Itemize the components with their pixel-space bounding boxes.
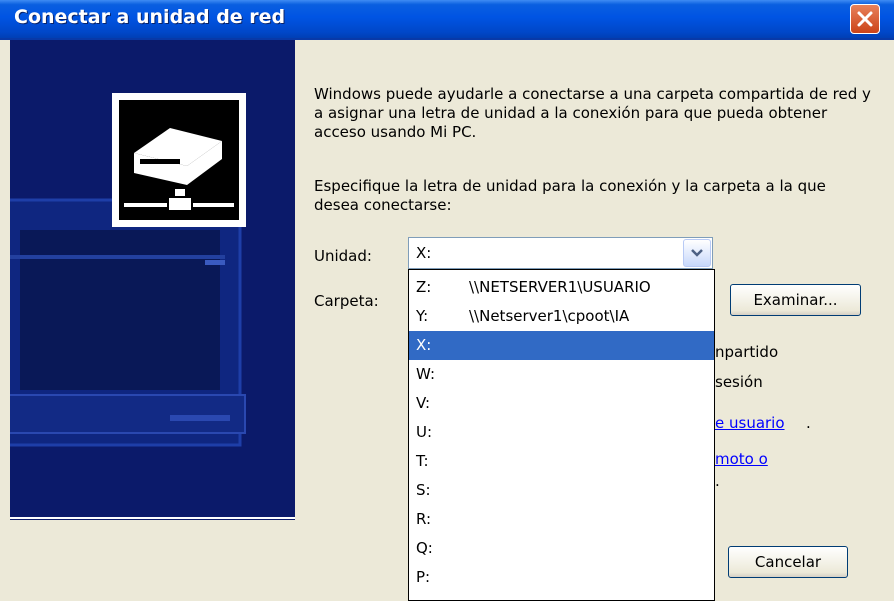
- dropdown-item-q[interactable]: Q:: [409, 534, 714, 563]
- dialog-body: Windows puede ayudarle a conectarse a un…: [0, 40, 894, 601]
- drive-letter: T:: [416, 452, 429, 470]
- unidad-combobox[interactable]: X:: [408, 237, 713, 269]
- partial-text-period-2: .: [715, 472, 720, 490]
- dropdown-item-y[interactable]: Y: \\Netserver1\cpoot\IA: [409, 302, 714, 331]
- unidad-label: Unidad:: [314, 247, 372, 265]
- partial-text-compartido: npartido: [715, 343, 779, 361]
- window-title: Conectar a unidad de red: [14, 6, 286, 28]
- dropdown-item-r[interactable]: R:: [409, 505, 714, 534]
- dropdown-item-x[interactable]: X:: [409, 331, 714, 360]
- drive-letter: R:: [416, 510, 432, 528]
- dropdown-item-t[interactable]: T:: [409, 447, 714, 476]
- title-bar[interactable]: Conectar a unidad de red: [0, 0, 894, 40]
- drive-path: \\NETSERVER1\USUARIO: [469, 278, 651, 296]
- dropdown-item-z[interactable]: Z: \\NETSERVER1\USUARIO: [409, 273, 714, 302]
- drive-letter: U:: [416, 423, 433, 441]
- remote-link[interactable]: moto o: [715, 450, 768, 468]
- combobox-dropdown-button[interactable]: [683, 239, 711, 267]
- intro-text: Windows puede ayudarle a conectarse a un…: [314, 85, 871, 141]
- drive-letter: P:: [416, 568, 431, 586]
- network-drive-icon: [112, 93, 246, 227]
- dropdown-item-s[interactable]: S:: [409, 476, 714, 505]
- drive-letter: S:: [416, 481, 431, 499]
- user-link[interactable]: e usuario: [715, 414, 785, 432]
- drive-letter: X:: [416, 336, 432, 354]
- panel-divider: [10, 517, 295, 519]
- close-button[interactable]: [850, 4, 880, 34]
- carpeta-label: Carpeta:: [314, 292, 379, 310]
- close-icon: [857, 11, 873, 27]
- drive-letter: Z:: [416, 278, 432, 296]
- drive-letter: Q:: [416, 539, 433, 557]
- dropdown-item-w[interactable]: W:: [409, 360, 714, 389]
- dropdown-item-p[interactable]: P:: [409, 563, 714, 592]
- partial-text-period: .: [806, 414, 811, 432]
- drive-letter: V:: [416, 394, 431, 412]
- chevron-down-icon: [691, 249, 703, 257]
- dropdown-item-u[interactable]: U:: [409, 418, 714, 447]
- unidad-value: X:: [416, 244, 432, 262]
- unidad-dropdown-list[interactable]: Z: \\NETSERVER1\USUARIO Y: \\Netserver1\…: [408, 269, 715, 601]
- partial-text-sesion: sesión: [715, 373, 763, 391]
- drive-letter: W:: [416, 365, 436, 383]
- examinar-button[interactable]: Examinar...: [730, 284, 861, 316]
- instruction-text: Especifique la letra de unidad para la c…: [314, 177, 826, 214]
- dropdown-item-v[interactable]: V:: [409, 389, 714, 418]
- dialog-window: Conectar a unidad de red Windows puede a…: [0, 0, 894, 601]
- cancel-button[interactable]: Cancelar: [728, 546, 848, 578]
- drive-letter: Y:: [416, 307, 429, 325]
- drive-path: \\Netserver1\cpoot\IA: [469, 307, 630, 325]
